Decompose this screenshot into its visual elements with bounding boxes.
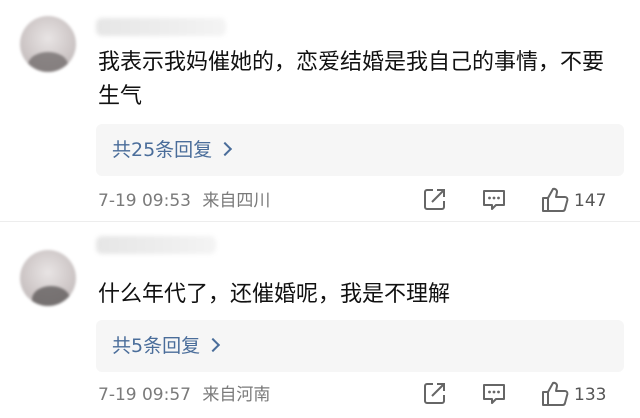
comment-text: 什么年代了，还催婚呢，我是不理解	[98, 282, 451, 307]
replies-count-label: 共25条回复	[112, 139, 213, 161]
avatar[interactable]	[20, 16, 76, 72]
chevron-right-icon	[218, 141, 233, 157]
thumbs-up-icon[interactable]	[540, 186, 570, 214]
username-blurred[interactable]	[96, 18, 226, 36]
share-icon[interactable]	[422, 380, 448, 406]
replies-button[interactable]: 共5条回复	[96, 320, 624, 372]
comment-meta: 7-19 09:53 来自四川	[98, 190, 270, 212]
comment-meta: 7-19 09:57 来自河南	[98, 384, 270, 406]
comment-actions: 133	[422, 380, 622, 410]
like-count: 133	[574, 385, 607, 405]
timestamp: 7-19 09:57	[98, 385, 191, 405]
avatar[interactable]	[20, 250, 76, 306]
chevron-right-icon	[206, 337, 221, 353]
replies-button[interactable]: 共25条回复	[96, 124, 624, 176]
replies-count-label: 共5条回复	[112, 335, 201, 357]
comment-item: 我表示我妈催她的，恋爱结婚是我自己的事情，不要生气 共25条回复 7-19 09…	[0, 0, 640, 222]
comment-icon[interactable]	[480, 380, 508, 408]
comment-text: 我表示我妈催她的，恋爱结婚是我自己的事情，不要生气	[98, 50, 605, 109]
comment-actions: 147	[422, 186, 622, 216]
location: 来自四川	[202, 191, 271, 211]
replies-link[interactable]: 共25条回复	[112, 124, 233, 176]
replies-link[interactable]: 共5条回复	[112, 320, 221, 372]
share-icon[interactable]	[422, 186, 448, 212]
location: 来自河南	[202, 385, 271, 405]
like-count: 147	[574, 191, 607, 211]
timestamp: 7-19 09:53	[98, 191, 191, 211]
comment-icon[interactable]	[480, 186, 508, 214]
comment-item: 什么年代了，还催婚呢，我是不理解 共5条回复 7-19 09:57 来自河南 1…	[0, 222, 640, 418]
username-blurred[interactable]	[96, 236, 216, 254]
thumbs-up-icon[interactable]	[540, 380, 570, 408]
